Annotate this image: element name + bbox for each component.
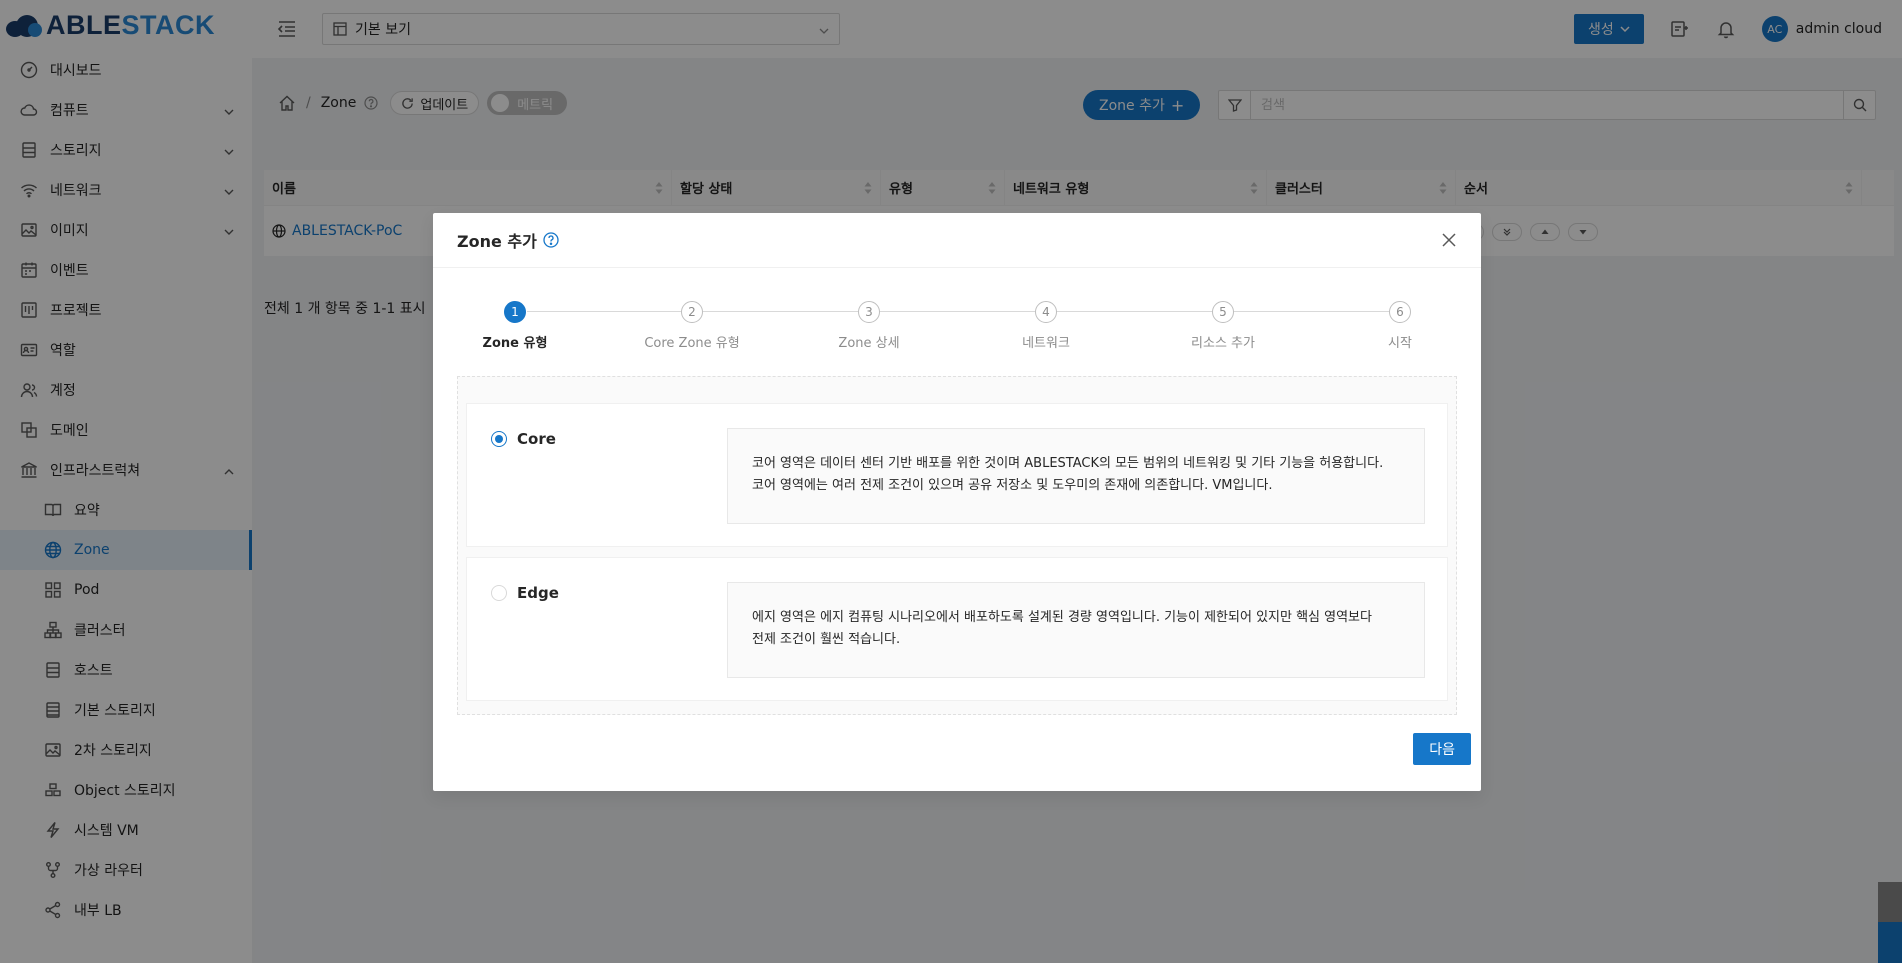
- step-number: 1: [504, 301, 526, 323]
- step-number: 2: [681, 301, 703, 323]
- step-network: 4 네트워크: [976, 301, 1116, 351]
- step-title: 시작: [1388, 336, 1412, 351]
- radio-button[interactable]: [491, 585, 507, 601]
- description-line: 코어 영역에는 여러 전제 조건이 있으며 공유 저장소 및 도우미의 존재에 …: [752, 478, 1273, 493]
- question-circle-icon[interactable]: [543, 232, 559, 248]
- option-label: Edge: [517, 584, 559, 602]
- description-line: 전제 조건이 훨씬 적습니다.: [752, 632, 901, 647]
- step-number: 5: [1212, 301, 1234, 323]
- option-description: 코어 영역은 데이터 센터 기반 배포를 위한 것이며 ABLESTACK의 모…: [727, 428, 1425, 524]
- step-core-zone-type: 2 Core Zone 유형: [622, 301, 762, 351]
- step-launch: 6 시작: [1330, 301, 1470, 351]
- radio-edge[interactable]: Edge: [491, 584, 559, 602]
- zone-type-options: Core 코어 영역은 데이터 센터 기반 배포를 위한 것이며 ABLESTA…: [457, 376, 1457, 715]
- dialog-header: Zone 추가: [433, 213, 1481, 268]
- next-button[interactable]: 다음: [1413, 733, 1471, 765]
- step-title: Zone 상세: [838, 336, 900, 351]
- add-zone-dialog: Zone 추가 1 Zone 유형 2 Core Zone 유형 3 Zone …: [433, 213, 1481, 791]
- step-zone-details: 3 Zone 상세: [799, 301, 939, 351]
- dialog-title: Zone 추가: [457, 232, 537, 251]
- step-number: 6: [1389, 301, 1411, 323]
- description-line: 코어 영역은 데이터 센터 기반 배포를 위한 것이며 ABLESTACK의 모…: [752, 456, 1384, 471]
- step-title: 리소스 추가: [1191, 336, 1255, 351]
- step-title: Zone 유형: [482, 336, 548, 351]
- close-icon[interactable]: [1441, 232, 1457, 248]
- step-title: Core Zone 유형: [644, 336, 740, 351]
- option-label: Core: [517, 430, 556, 448]
- step-zone-type: 1 Zone 유형: [445, 301, 585, 351]
- description-line: 에지 영역은 에지 컴퓨팅 시나리오에서 배포하도록 설계된 경량 영역입니다.…: [752, 610, 1372, 625]
- option-edge[interactable]: Edge 에지 영역은 에지 컴퓨팅 시나리오에서 배포하도록 설계된 경량 영…: [466, 557, 1448, 701]
- step-title: 네트워크: [1022, 336, 1070, 351]
- step-number: 4: [1035, 301, 1057, 323]
- wizard-steps: 1 Zone 유형 2 Core Zone 유형 3 Zone 상세 4 네트워…: [457, 301, 1457, 361]
- radio-core[interactable]: Core: [491, 430, 556, 448]
- step-add-resources: 5 리소스 추가: [1153, 301, 1293, 351]
- step-number: 3: [858, 301, 880, 323]
- radio-button-checked[interactable]: [491, 431, 507, 447]
- option-core[interactable]: Core 코어 영역은 데이터 센터 기반 배포를 위한 것이며 ABLESTA…: [466, 403, 1448, 547]
- option-description: 에지 영역은 에지 컴퓨팅 시나리오에서 배포하도록 설계된 경량 영역입니다.…: [727, 582, 1425, 678]
